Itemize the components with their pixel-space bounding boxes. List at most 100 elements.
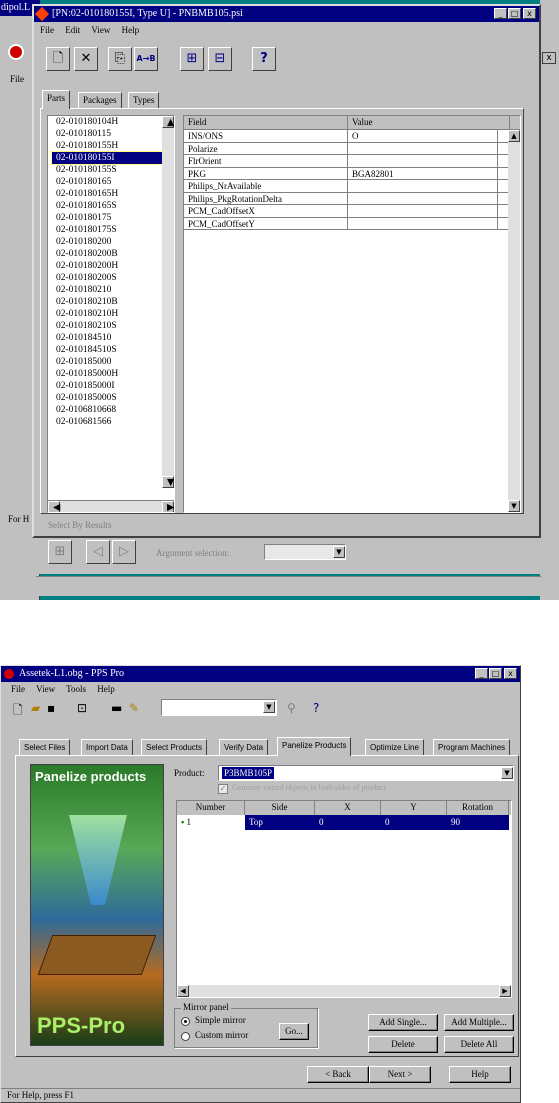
a-to-b-button[interactable]: A→B xyxy=(134,47,158,71)
table-cell[interactable]: 0 xyxy=(315,815,381,830)
add-multiple-button[interactable]: Add Multiple... xyxy=(444,1014,514,1031)
tab-import-data[interactable]: Import Data xyxy=(81,739,133,756)
new-file-button[interactable]: 🗋 xyxy=(46,47,70,71)
pps-menu-help[interactable]: Help xyxy=(97,684,115,694)
column-header[interactable]: Y xyxy=(381,801,447,815)
field-cell[interactable]: PCM_CadOffsetY xyxy=(184,217,348,229)
tab-program-machines[interactable]: Program Machines xyxy=(433,739,511,756)
next-button[interactable]: Next > xyxy=(369,1066,431,1083)
list-item[interactable]: 02-010185000S xyxy=(52,392,174,404)
list-item[interactable]: 02-010185000H xyxy=(52,368,174,380)
tab-select-products[interactable]: Select Products xyxy=(141,739,208,756)
list-item[interactable]: 02-010180200S xyxy=(52,272,174,284)
list-item[interactable]: 02-010180200H xyxy=(52,260,174,272)
help-button[interactable]: ? xyxy=(252,47,276,71)
product-dropdown-arrow-icon[interactable]: ▼ xyxy=(501,767,513,779)
column-header[interactable]: X xyxy=(315,801,381,815)
edit-icon[interactable]: ✎ xyxy=(129,701,139,715)
menu-view[interactable]: View xyxy=(91,25,110,35)
field-cell[interactable]: Philips_PkgRotationDelta xyxy=(184,192,348,204)
list-item[interactable]: 02-010180200B xyxy=(52,248,174,260)
value-cell[interactable]: O xyxy=(348,130,498,142)
scroll-up-arrow[interactable]: ▲ xyxy=(162,116,174,128)
grid-view-button[interactable]: ⊞ xyxy=(180,47,204,71)
table-row[interactable]: PCM_CadOffsetX xyxy=(184,205,520,218)
list-item[interactable]: 02-010180115 xyxy=(52,128,174,140)
simple-mirror-radio[interactable] xyxy=(181,1017,190,1026)
grid-scroll-up-arrow[interactable]: ▲ xyxy=(508,130,520,142)
value-cell[interactable] xyxy=(348,142,498,154)
scroll-down-arrow[interactable]: ▼ xyxy=(162,476,174,488)
custom-mirror-label[interactable]: Custom mirror xyxy=(195,1030,248,1040)
delete-button[interactable]: ✕ xyxy=(74,47,98,71)
list-item[interactable]: 02-010180210 xyxy=(52,284,174,296)
grid-scrollbar[interactable]: ▲ ▼ xyxy=(508,130,520,512)
value-cell[interactable] xyxy=(348,205,498,217)
add-single-button[interactable]: Add Single... xyxy=(368,1014,438,1031)
properties-icon[interactable]: ⊡ xyxy=(77,701,87,715)
simple-mirror-label[interactable]: Simple mirror xyxy=(195,1015,246,1025)
argument-selection-dropdown[interactable]: ▼ xyxy=(264,544,346,560)
tab-verify-data[interactable]: Verify Data xyxy=(219,739,269,756)
parts-list[interactable]: 02-010180104H 02-010180115 02-010180155H 02… xyxy=(47,115,175,513)
value-cell[interactable] xyxy=(348,192,498,204)
list-item[interactable]: 02-010180210H xyxy=(52,308,174,320)
field-cell[interactable]: Philips_NrAvailable xyxy=(184,180,348,192)
field-value-grid[interactable]: Field Value INS/ONS O Polarize FlrOrient PKG… xyxy=(183,115,521,513)
table-row[interactable]: Philips_NrAvailable xyxy=(184,180,520,193)
table-row[interactable]: ▪ 1 Top 0 0 90 xyxy=(177,815,511,830)
table-cell[interactable]: Top xyxy=(245,815,315,830)
list-item[interactable]: 02-010180155S xyxy=(52,164,174,176)
pps-close-button[interactable]: x xyxy=(504,668,517,679)
save-icon[interactable]: ▪ xyxy=(47,701,55,715)
parts-list-hscrollbar[interactable]: ◀ ▶ xyxy=(48,500,174,512)
table-row[interactable]: PKG BGA82801 xyxy=(184,167,520,180)
tab-parts[interactable]: Parts xyxy=(42,90,70,109)
value-cell[interactable] xyxy=(348,155,498,167)
column-header[interactable]: Rotation xyxy=(447,801,509,815)
new-icon[interactable]: 🗋 xyxy=(13,701,23,722)
menu-help[interactable]: Help xyxy=(122,25,140,35)
field-cell[interactable]: INS/ONS xyxy=(184,130,348,142)
panel-table[interactable]: Number Side X Y Rotation ▪ 1 Top 0 0 90 ◀ ▶ xyxy=(176,800,512,998)
list-item[interactable]: 02-010180165S xyxy=(52,200,174,212)
field-cell[interactable]: Polarize xyxy=(184,142,348,154)
value-cell[interactable] xyxy=(348,217,498,229)
tab-types[interactable]: Types xyxy=(128,92,160,109)
list-item[interactable]: 02-010180165 xyxy=(52,176,174,188)
list-item[interactable]: 02-010184510 xyxy=(52,332,174,344)
pps-menu-file[interactable]: File xyxy=(11,684,25,694)
field-cell[interactable]: PCM_CadOffsetX xyxy=(184,205,348,217)
product-dropdown[interactable]: P3BMB105P ▼ xyxy=(218,765,514,781)
table-cell[interactable]: 0 xyxy=(381,815,447,830)
tab-select-files[interactable]: Select Files xyxy=(19,739,71,756)
tab-packages[interactable]: Packages xyxy=(78,92,122,109)
delete-all-button[interactable]: Delete All xyxy=(444,1036,514,1053)
list-item[interactable]: 02-010180175S xyxy=(52,224,174,236)
pps-maximize-button[interactable]: □ xyxy=(489,668,502,679)
column-header[interactable]: Number xyxy=(177,801,245,815)
copy-button[interactable]: ⎘ xyxy=(108,47,132,71)
panel-table-hscrollbar[interactable]: ◀ ▶ xyxy=(177,985,511,997)
pps-menu-view[interactable]: View xyxy=(36,684,55,694)
table-scroll-right-arrow[interactable]: ▶ xyxy=(499,985,511,997)
value-cell[interactable] xyxy=(348,180,498,192)
list-item[interactable]: 02-010180210B xyxy=(52,296,174,308)
tab-panelize-products[interactable]: Panelize Products xyxy=(277,737,352,756)
list-item[interactable]: 02-010184510S xyxy=(52,344,174,356)
grid-header-field[interactable]: Field xyxy=(184,116,348,129)
pps-menu-tools[interactable]: Tools xyxy=(66,684,86,694)
pps-toolbar-combo[interactable]: ▼ xyxy=(161,699,277,716)
table-cell[interactable]: ▪ 1 xyxy=(177,815,245,830)
column-header[interactable]: Side xyxy=(245,801,315,815)
background-close-icon[interactable]: x xyxy=(542,52,556,64)
list-item[interactable]: 02-010681566 xyxy=(52,416,174,428)
list-item[interactable]: 02-010180165H xyxy=(52,188,174,200)
dropdown-arrow-icon[interactable]: ▼ xyxy=(333,546,345,558)
list-item[interactable]: 02-010180175 xyxy=(52,212,174,224)
table-row[interactable]: Philips_PkgRotationDelta xyxy=(184,192,520,205)
help-button-bottom[interactable]: Help xyxy=(449,1066,511,1083)
list-item[interactable]: 02-010180200 xyxy=(52,236,174,248)
scroll-left-arrow[interactable]: ◀ xyxy=(48,501,60,512)
close-button[interactable]: x xyxy=(523,8,536,19)
